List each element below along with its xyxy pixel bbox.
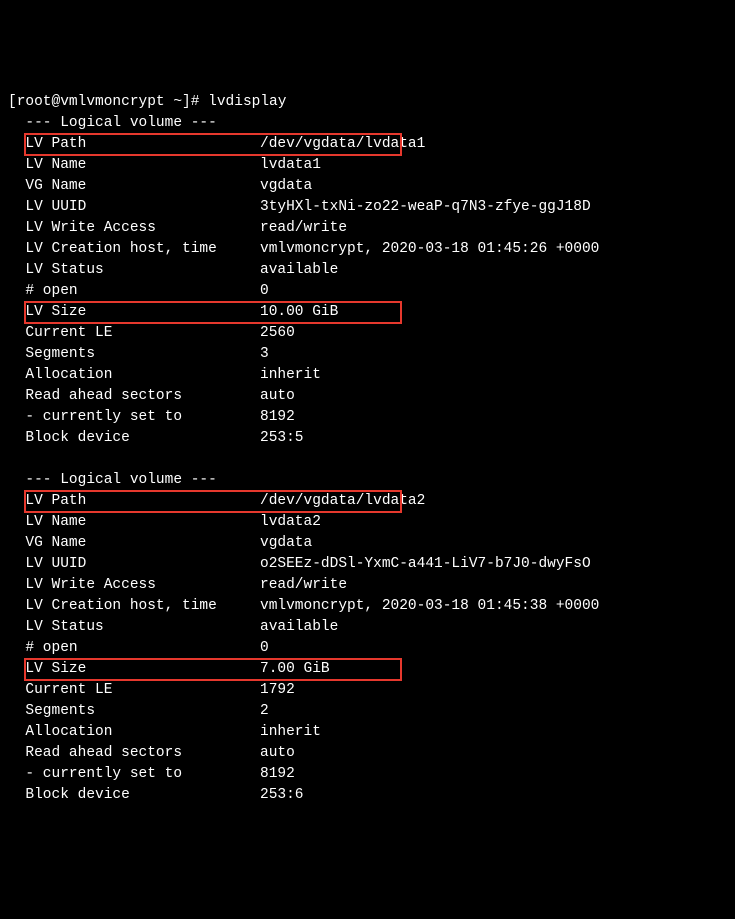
lv-field-value: 2560 xyxy=(260,323,295,344)
lv-field-value: read/write xyxy=(260,218,347,239)
lv-row: LV Write Accessread/write xyxy=(8,575,727,596)
lv-row: Segments2 xyxy=(8,701,727,722)
lv-field-label: LV Name xyxy=(8,512,260,533)
lv-field-value: read/write xyxy=(260,575,347,596)
lv-row: LV Path/dev/vgdata/lvdata1 xyxy=(8,134,727,155)
lv-field-value: /dev/vgdata/lvdata1 xyxy=(260,134,425,155)
lv-field-label: Read ahead sectors xyxy=(8,743,260,764)
lv-row: LV Size7.00 GiB xyxy=(8,659,727,680)
lv-field-label: Current LE xyxy=(8,680,260,701)
lv-field-label: LV Write Access xyxy=(8,575,260,596)
lv-row: LV Path/dev/vgdata/lvdata2 xyxy=(8,491,727,512)
prompt-text: [root@vmlvmoncrypt ~]# lvdisplay xyxy=(8,94,286,110)
lv-row: LV Namelvdata1 xyxy=(8,155,727,176)
lv-field-label: Current LE xyxy=(8,323,260,344)
lv-row: - currently set to8192 xyxy=(8,764,727,785)
lv-field-value: 8192 xyxy=(260,764,295,785)
lv-field-value: 8192 xyxy=(260,407,295,428)
lv-field-value: auto xyxy=(260,743,295,764)
lv-field-value: auto xyxy=(260,386,295,407)
terminal-output: [root@vmlvmoncrypt ~]# lvdisplay --- Log… xyxy=(8,92,727,806)
lv-field-value: 2 xyxy=(260,701,269,722)
lv-field-value: vgdata xyxy=(260,533,312,554)
lv-row: Allocationinherit xyxy=(8,722,727,743)
lv-field-value: available xyxy=(260,617,338,638)
lv-field-value: inherit xyxy=(260,365,321,386)
lv-field-label: Block device xyxy=(8,785,260,806)
lv-row: Current LE2560 xyxy=(8,323,727,344)
lv-row: Block device253:6 xyxy=(8,785,727,806)
lv-row: LV Creation host, timevmlvmoncrypt, 2020… xyxy=(8,596,727,617)
lv-row: # open0 xyxy=(8,281,727,302)
lv-row: VG Namevgdata xyxy=(8,533,727,554)
lv-row: Allocationinherit xyxy=(8,365,727,386)
lv-field-value: 0 xyxy=(260,281,269,302)
lv-field-label: Block device xyxy=(8,428,260,449)
lv-field-label: LV Creation host, time xyxy=(8,239,260,260)
lv-field-label: LV Size xyxy=(8,659,260,680)
section-header: --- Logical volume --- xyxy=(8,470,727,491)
lv-field-label: LV Size xyxy=(8,302,260,323)
lv-field-label: LV Creation host, time xyxy=(8,596,260,617)
lv-field-value: inherit xyxy=(260,722,321,743)
lv-field-label: Segments xyxy=(8,344,260,365)
lv-field-value: 3 xyxy=(260,344,269,365)
lv-row: VG Namevgdata xyxy=(8,176,727,197)
lv-field-value: vmlvmoncrypt, 2020-03-18 01:45:26 +0000 xyxy=(260,239,599,260)
lv-field-value: 0 xyxy=(260,638,269,659)
lv-field-label: LV UUID xyxy=(8,554,260,575)
lv-field-value: o2SEEz-dDSl-YxmC-a441-LiV7-b7J0-dwyFsO xyxy=(260,554,591,575)
lv-field-value: lvdata1 xyxy=(260,155,321,176)
lv-row: Segments3 xyxy=(8,344,727,365)
shell-prompt: [root@vmlvmoncrypt ~]# lvdisplay xyxy=(8,92,727,113)
lv-field-label: # open xyxy=(8,281,260,302)
lv-field-label: LV Write Access xyxy=(8,218,260,239)
lv-field-value: available xyxy=(260,260,338,281)
lv-row: Read ahead sectorsauto xyxy=(8,386,727,407)
lv-field-value: vmlvmoncrypt, 2020-03-18 01:45:38 +0000 xyxy=(260,596,599,617)
lv-row: # open0 xyxy=(8,638,727,659)
lv-field-label: Allocation xyxy=(8,722,260,743)
lv-field-label: - currently set to xyxy=(8,407,260,428)
lv-field-label: - currently set to xyxy=(8,764,260,785)
lv-row: LV Creation host, timevmlvmoncrypt, 2020… xyxy=(8,239,727,260)
blank-line xyxy=(8,449,727,470)
lv-field-label: LV Path xyxy=(8,134,260,155)
lv-field-value: 253:6 xyxy=(260,785,304,806)
lv-row: LV Statusavailable xyxy=(8,260,727,281)
lv-row: Block device253:5 xyxy=(8,428,727,449)
lv-row: LV UUID3tyHXl-txNi-zo22-weaP-q7N3-zfye-g… xyxy=(8,197,727,218)
lv-field-label: VG Name xyxy=(8,176,260,197)
lv-row: Read ahead sectorsauto xyxy=(8,743,727,764)
lv-row: Current LE1792 xyxy=(8,680,727,701)
lv-field-label: LV Path xyxy=(8,491,260,512)
lv-field-value: vgdata xyxy=(260,176,312,197)
lv-field-label: LV Status xyxy=(8,617,260,638)
lv-field-value: lvdata2 xyxy=(260,512,321,533)
lv-field-value: /dev/vgdata/lvdata2 xyxy=(260,491,425,512)
lv-field-label: LV UUID xyxy=(8,197,260,218)
lv-field-value: 10.00 GiB xyxy=(260,302,338,323)
lv-row: LV Statusavailable xyxy=(8,617,727,638)
lv-row: - currently set to8192 xyxy=(8,407,727,428)
lv-field-value: 7.00 GiB xyxy=(260,659,330,680)
lv-row: LV Namelvdata2 xyxy=(8,512,727,533)
lv-row: LV Size10.00 GiB xyxy=(8,302,727,323)
lv-field-label: Allocation xyxy=(8,365,260,386)
lv-field-value: 3tyHXl-txNi-zo22-weaP-q7N3-zfye-ggJ18D xyxy=(260,197,591,218)
lv-field-label: Segments xyxy=(8,701,260,722)
lv-field-value: 253:5 xyxy=(260,428,304,449)
lv-field-label: # open xyxy=(8,638,260,659)
lv-row: LV UUIDo2SEEz-dDSl-YxmC-a441-LiV7-b7J0-d… xyxy=(8,554,727,575)
lv-field-label: LV Status xyxy=(8,260,260,281)
section-header: --- Logical volume --- xyxy=(8,113,727,134)
lv-field-label: VG Name xyxy=(8,533,260,554)
lv-field-value: 1792 xyxy=(260,680,295,701)
lv-row: LV Write Accessread/write xyxy=(8,218,727,239)
lv-field-label: Read ahead sectors xyxy=(8,386,260,407)
lv-field-label: LV Name xyxy=(8,155,260,176)
